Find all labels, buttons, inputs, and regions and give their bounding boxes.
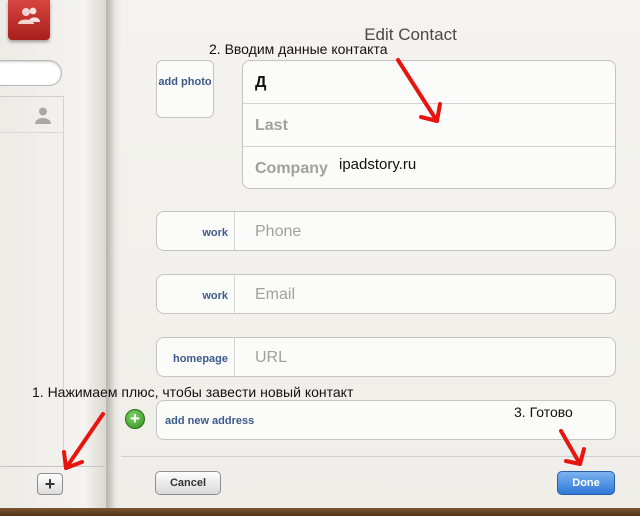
annotation-site: ipadstory.ru xyxy=(339,156,417,173)
phone-input[interactable] xyxy=(255,220,595,244)
email-input[interactable] xyxy=(255,283,595,307)
add-contact-button[interactable]: + xyxy=(37,473,63,495)
annotation-step-2: 2. Вводим данные контакта xyxy=(209,41,388,57)
done-button[interactable]: Done xyxy=(557,471,615,495)
name-field-group xyxy=(242,60,616,189)
phone-label-button[interactable]: work xyxy=(157,212,235,250)
wood-background xyxy=(0,508,640,516)
first-name-input[interactable] xyxy=(255,71,595,95)
email-field: work xyxy=(156,274,616,314)
person-silhouette-icon xyxy=(35,107,51,124)
company-input[interactable] xyxy=(255,157,595,181)
green-plus-circle-icon[interactable]: + xyxy=(125,409,145,429)
last-name-input[interactable] xyxy=(255,114,595,138)
contacts-bookmark-ribbon[interactable] xyxy=(8,0,50,40)
company-row xyxy=(243,146,615,189)
list-bottom-divider xyxy=(0,466,107,467)
url-field: homepage xyxy=(156,337,616,377)
url-input[interactable] xyxy=(255,346,595,370)
contacts-people-icon xyxy=(18,7,40,24)
contact-list-item[interactable] xyxy=(0,97,64,133)
cancel-button[interactable]: Cancel xyxy=(155,471,221,495)
book-spine xyxy=(107,0,121,508)
contacts-search-field[interactable] xyxy=(0,60,62,86)
toolbar-divider xyxy=(121,456,640,457)
contacts-list-page: + xyxy=(0,0,107,508)
email-label-button[interactable]: work xyxy=(157,275,235,313)
annotation-step-3: 3. Готово xyxy=(514,404,573,420)
homepage-label-button[interactable]: homepage xyxy=(157,338,235,376)
add-address-label: add new address xyxy=(165,415,255,427)
edit-contact-page: Edit Contact add photo work work homepag… xyxy=(121,0,640,508)
list-edge xyxy=(63,96,64,466)
phone-field: work xyxy=(156,211,616,251)
last-name-row xyxy=(243,103,615,146)
first-name-row xyxy=(243,61,615,104)
add-photo-button[interactable]: add photo xyxy=(156,60,214,118)
annotation-step-1: 1. Нажимаем плюс, чтобы завести новый ко… xyxy=(32,384,354,400)
